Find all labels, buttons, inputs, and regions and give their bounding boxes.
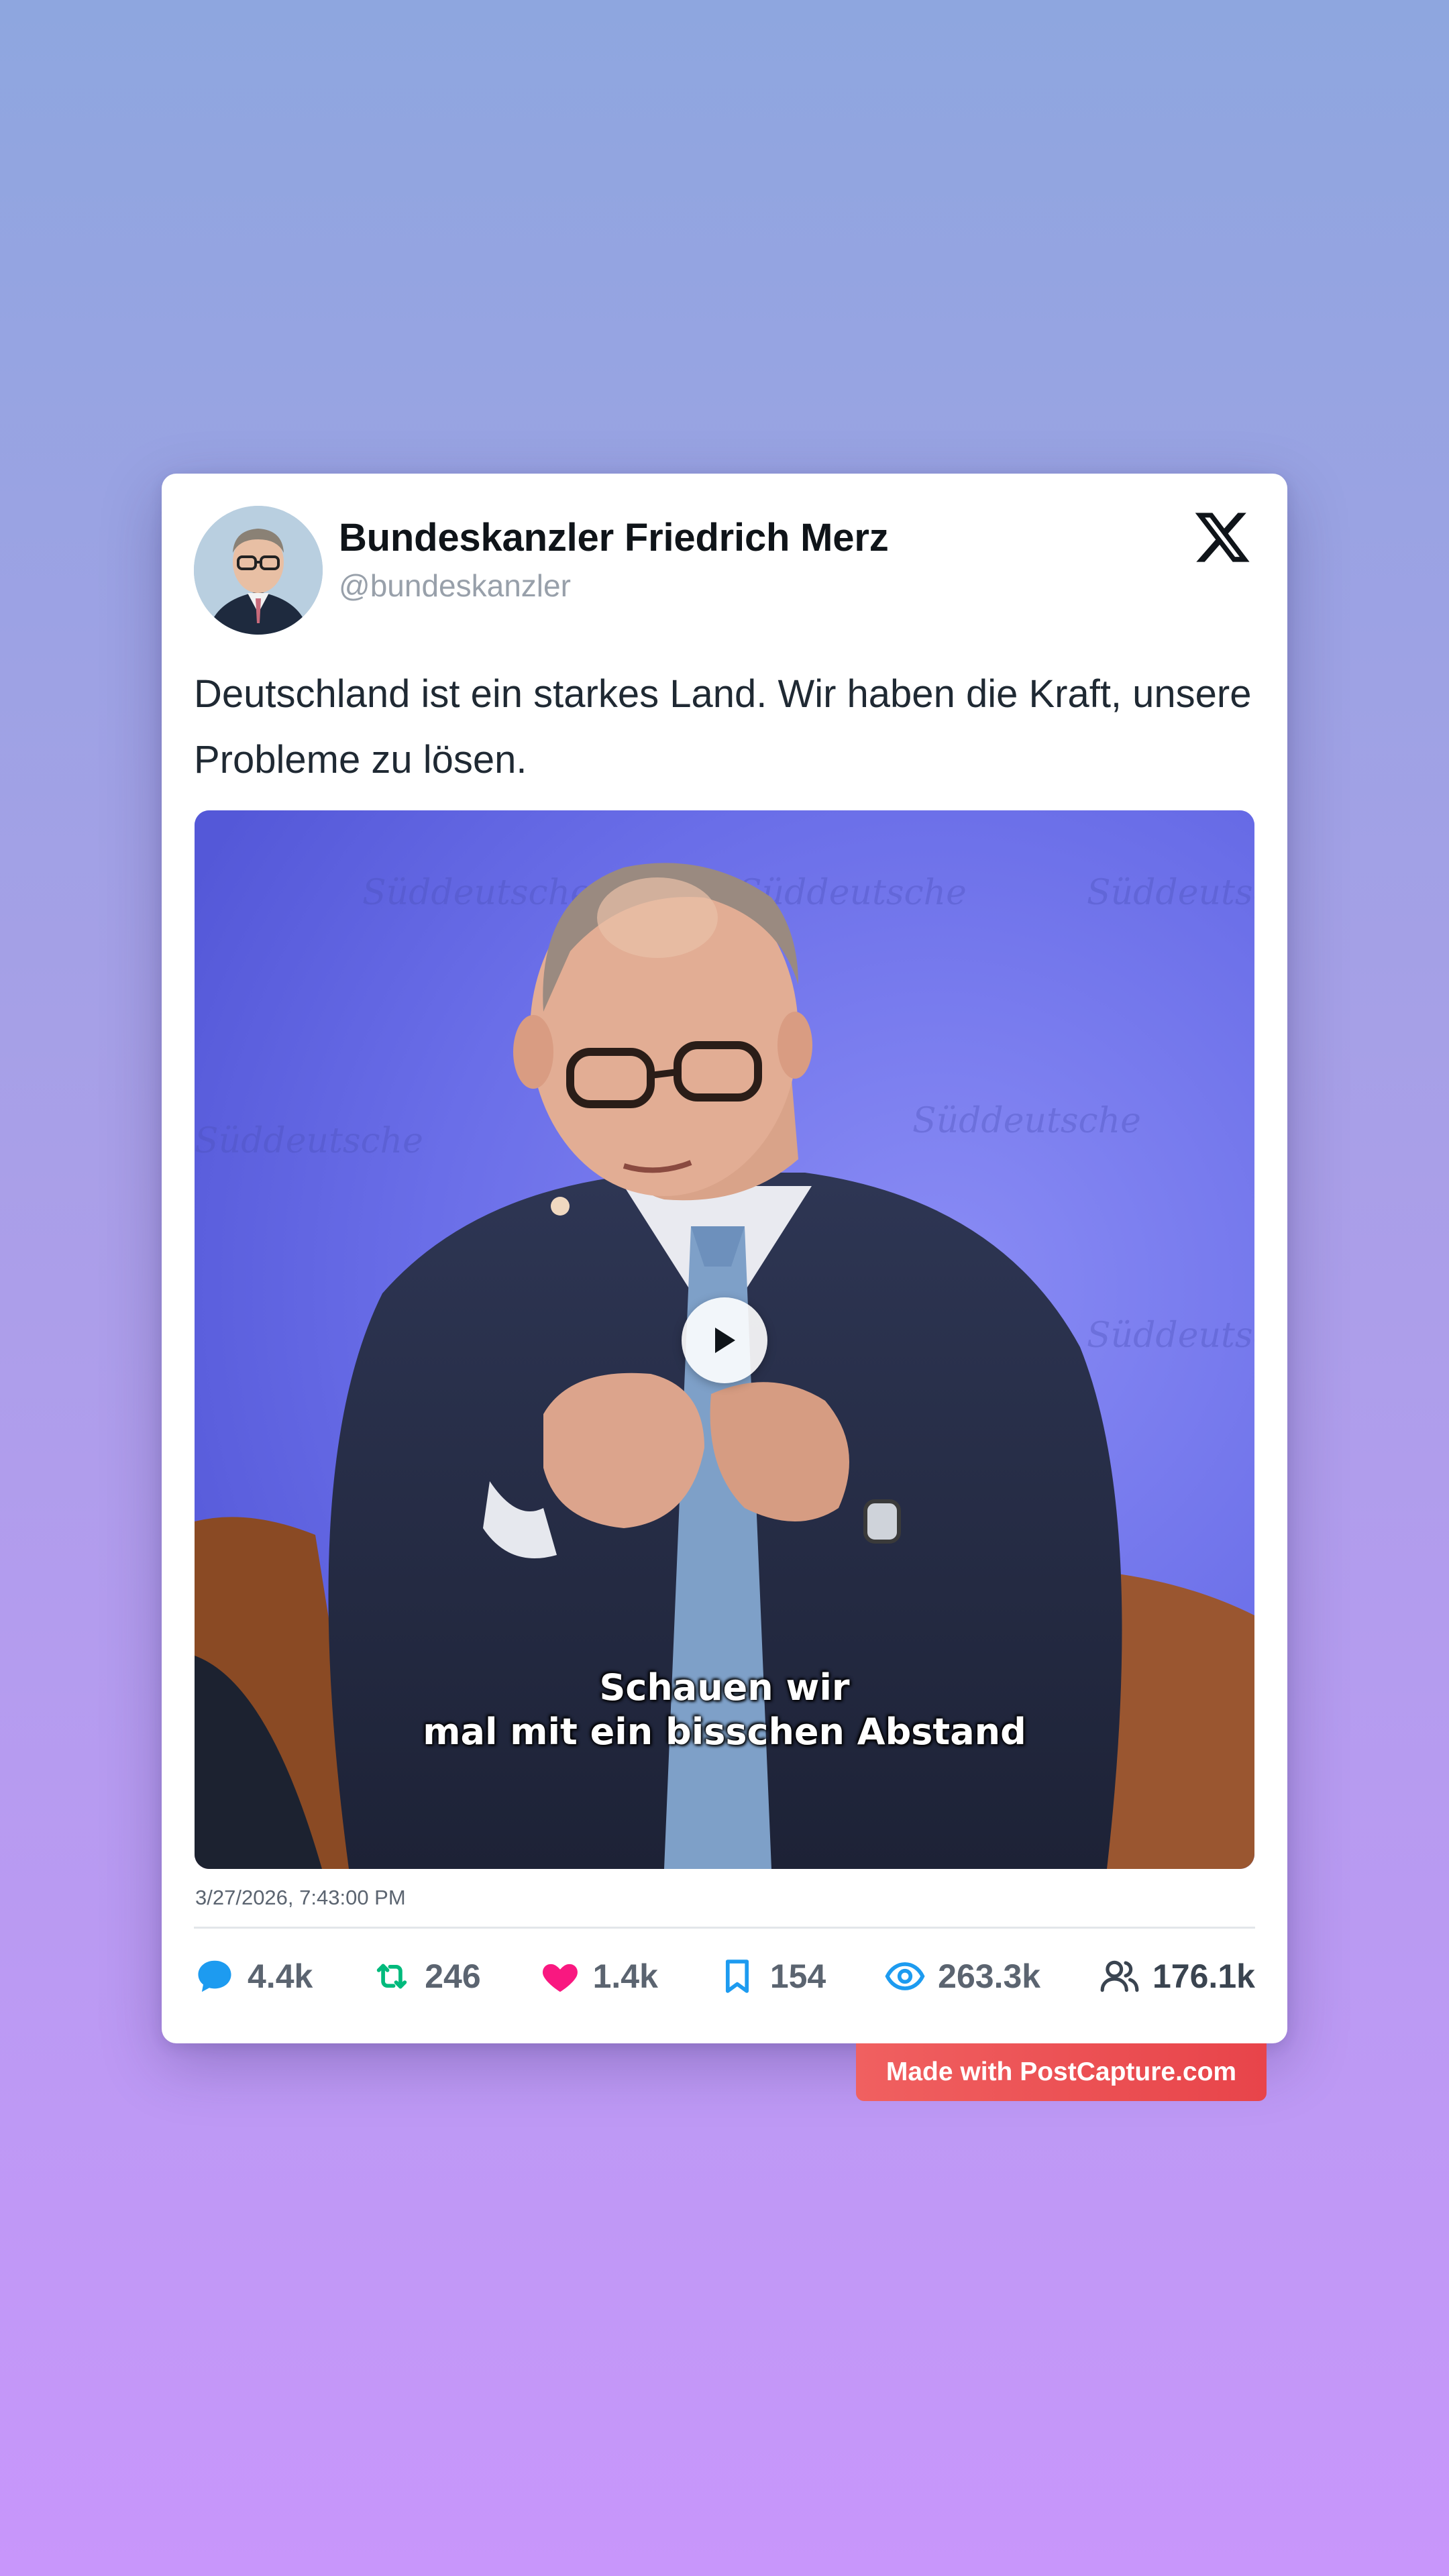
heart-icon	[542, 1964, 578, 1992]
repost-count: 246	[425, 1957, 481, 1995]
followers-stat[interactable]: 176.1k	[1099, 1955, 1255, 1997]
avatar[interactable]	[194, 506, 323, 635]
x-logo-icon[interactable]	[1192, 507, 1252, 568]
svg-text:Süddeutsche: Süddeutsche	[1087, 873, 1254, 913]
like-stat[interactable]: 1.4k	[539, 1955, 658, 1997]
svg-text:Süddeutsche: Süddeutsche	[912, 1101, 1141, 1141]
play-icon	[715, 1328, 735, 1353]
play-button[interactable]	[682, 1297, 767, 1383]
reply-icon	[198, 1960, 231, 1992]
reply-count: 4.4k	[248, 1957, 313, 1995]
followers-icon	[1100, 1960, 1139, 1992]
repost-stat[interactable]: 246	[371, 1955, 481, 1997]
post-text: Deutschland ist ein starkes Land. Wir ha…	[194, 672, 1252, 782]
video-subtitle-line-1: Schauen wir	[599, 1666, 850, 1709]
bookmark-stat[interactable]: 154	[716, 1955, 826, 1997]
repost-icon	[377, 1964, 407, 1989]
svg-text:Süddeutsche: Süddeutsche	[195, 1121, 423, 1161]
author-display-name[interactable]: Bundeskanzler Friedrich Merz	[339, 515, 889, 560]
post-video[interactable]: Süddeutsche Süddeutsche Süddeutsche Südd…	[195, 810, 1254, 1869]
divider	[194, 1927, 1255, 1929]
reply-stat[interactable]: 4.4k	[194, 1955, 313, 1997]
followers-count: 176.1k	[1152, 1957, 1255, 1995]
video-subtitle-line-2: mal mit ein bisschen Abstand	[423, 1711, 1026, 1753]
watermark-badge[interactable]: Made with PostCapture.com	[856, 2043, 1267, 2101]
bookmark-icon	[725, 1960, 749, 1993]
views-count: 263.3k	[938, 1957, 1041, 1995]
like-count: 1.4k	[592, 1957, 658, 1995]
post-card: Bundeskanzler Friedrich Merz @bundeskanz…	[162, 474, 1287, 2043]
bookmark-count: 154	[769, 1957, 826, 1995]
svg-text:Süddeutsche: Süddeutsche	[1087, 1316, 1254, 1356]
eye-icon	[885, 1962, 925, 1990]
views-stat[interactable]: 263.3k	[884, 1955, 1040, 1997]
engagement-bar: 4.4k 246 1.4k 154 263.3k 176.1k	[194, 1949, 1255, 2003]
video-subtitle: Schauen wir mal mit ein bisschen Abstand	[195, 1666, 1254, 1754]
svg-text:Süddeutsche: Süddeutsche	[362, 873, 591, 913]
post-timestamp[interactable]: 3/27/2026, 7:43:00 PM	[195, 1886, 406, 1910]
author-handle[interactable]: @bundeskanzler	[339, 568, 571, 604]
